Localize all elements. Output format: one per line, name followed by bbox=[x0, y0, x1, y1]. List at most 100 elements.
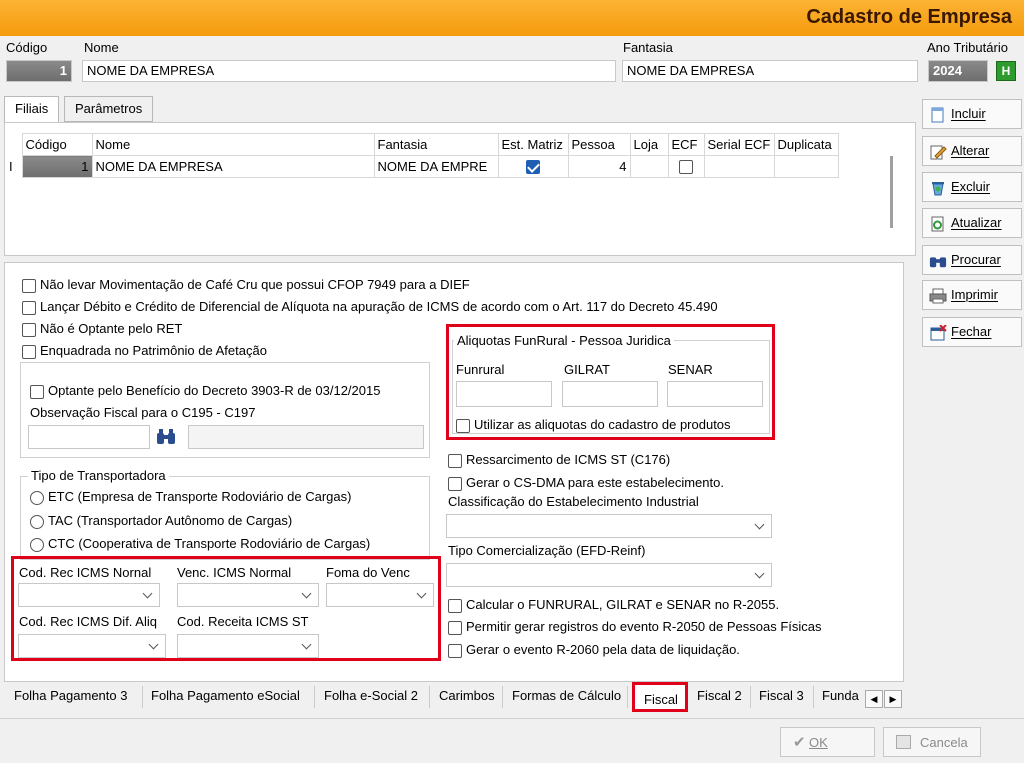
classificacao-select[interactable] bbox=[446, 514, 772, 538]
refresh-icon bbox=[931, 216, 944, 232]
est-matriz-checkbox[interactable] bbox=[526, 160, 540, 175]
ecf-checkbox[interactable] bbox=[679, 160, 693, 175]
ret-option[interactable]: Não é Optante pelo RET bbox=[22, 321, 182, 337]
table-row[interactable]: 1 NOME DA EMPRESA NOME DA EMPRE 4 bbox=[8, 155, 839, 178]
tab-fiscal[interactable]: Fiscal bbox=[632, 682, 688, 712]
venc-icms-normal-select[interactable] bbox=[177, 583, 319, 607]
alterar-button[interactable]: Alterar bbox=[922, 136, 1022, 166]
cancel-button[interactable]: Cancela bbox=[883, 727, 981, 757]
difal-option[interactable]: Lançar Débito e Crédito de Diferencial d… bbox=[22, 299, 718, 315]
rec-icms-normal-select[interactable] bbox=[18, 583, 160, 607]
decreto-checkbox[interactable] bbox=[30, 384, 44, 399]
permitir-r2050-checkbox[interactable] bbox=[448, 620, 462, 635]
tab-filiais[interactable]: Filiais bbox=[4, 96, 60, 123]
col-ecf[interactable]: ECF bbox=[667, 133, 705, 156]
radio-ctc[interactable]: CTC (Cooperativa de Transporte Rodoviári… bbox=[30, 536, 370, 552]
imprimir-button[interactable]: Imprimir bbox=[922, 280, 1022, 310]
tab-carimbos[interactable]: Carimbos bbox=[433, 686, 503, 708]
tab-fiscal-2[interactable]: Fiscal 2 bbox=[693, 686, 751, 708]
cell-duplicata[interactable] bbox=[773, 155, 839, 178]
afetacao-option[interactable]: Enquadrada no Patrimônio de Afetação bbox=[22, 343, 267, 359]
senar-input[interactable] bbox=[667, 381, 763, 407]
csdma-checkbox[interactable] bbox=[448, 476, 462, 491]
grid-scrollbar[interactable] bbox=[890, 156, 893, 228]
tipo-comercializacao-select[interactable] bbox=[446, 563, 772, 587]
col-fantasia[interactable]: Fantasia bbox=[373, 133, 499, 156]
tab-folha-pagamento-esocial[interactable]: Folha Pagamento eSocial bbox=[145, 686, 315, 708]
col-nome[interactable]: Nome bbox=[91, 133, 375, 156]
utilizar-aliquotas-option[interactable]: Utilizar as aliquotas do cadastro de pro… bbox=[456, 417, 731, 433]
gilrat-label: GILRAT bbox=[564, 362, 610, 377]
tab-funda[interactable]: Funda bbox=[818, 686, 862, 708]
csdma-option[interactable]: Gerar o CS-DMA para este estabelecimento… bbox=[448, 475, 724, 491]
atualizar-button[interactable]: Atualizar bbox=[922, 208, 1022, 238]
cell-est-matriz[interactable] bbox=[497, 155, 569, 178]
forma-venc-select[interactable] bbox=[326, 583, 434, 607]
cafe-option[interactable]: Não levar Movimentação de Café Cru que p… bbox=[22, 277, 470, 293]
permitir-r2050-option[interactable]: Permitir gerar registros do evento R-205… bbox=[448, 619, 822, 635]
binoculars-icon[interactable] bbox=[156, 429, 176, 445]
ok-button[interactable]: ✔ OK bbox=[780, 727, 875, 757]
codigo-label: Código bbox=[6, 40, 48, 55]
excluir-button[interactable]: Excluir bbox=[922, 172, 1022, 202]
obs-fiscal-description bbox=[188, 425, 424, 449]
utilizar-aliquotas-checkbox[interactable] bbox=[456, 418, 470, 433]
ano-tributario-field[interactable]: 2024 bbox=[928, 60, 988, 82]
binoculars-icon bbox=[929, 256, 947, 267]
gerar-r2060-checkbox[interactable] bbox=[448, 643, 462, 658]
col-loja[interactable]: Loja bbox=[629, 133, 669, 156]
fantasia-field[interactable]: NOME DA EMPRESA bbox=[622, 60, 918, 82]
ressarcimento-option[interactable]: Ressarcimento de ICMS ST (C176) bbox=[448, 452, 670, 468]
cell-codigo[interactable]: 1 bbox=[21, 155, 93, 178]
col-est-matriz[interactable]: Est. Matriz bbox=[497, 133, 569, 156]
tab-scroll-left-icon[interactable]: ◀ bbox=[865, 690, 883, 708]
tab-scroll-right-icon[interactable]: ▶ bbox=[884, 690, 902, 708]
tab-formas-de-calculo[interactable]: Formas de Cálculo bbox=[506, 686, 628, 708]
afetacao-checkbox[interactable] bbox=[22, 344, 36, 359]
tab-folha-esocial-2[interactable]: Folha e-Social 2 bbox=[318, 686, 430, 708]
incluir-button[interactable]: Incluir bbox=[922, 99, 1022, 129]
col-serial-ecf[interactable]: Serial ECF bbox=[703, 133, 775, 156]
col-pessoa[interactable]: Pessoa bbox=[567, 133, 631, 156]
procurar-button[interactable]: Procurar bbox=[922, 245, 1022, 275]
radio-etc-button[interactable] bbox=[30, 490, 44, 505]
decreto-option[interactable]: Optante pelo Benefício do Decreto 3903-R… bbox=[30, 383, 380, 399]
funrural-input[interactable] bbox=[456, 381, 552, 407]
history-button[interactable]: H bbox=[996, 61, 1016, 81]
cell-fantasia[interactable]: NOME DA EMPRE bbox=[373, 155, 499, 178]
window-title: Cadastro de Empresa bbox=[806, 6, 1012, 28]
radio-tac-button[interactable] bbox=[30, 514, 44, 529]
rec-icms-dif-select[interactable] bbox=[18, 634, 166, 658]
ret-checkbox[interactable] bbox=[22, 322, 36, 337]
ressarcimento-checkbox[interactable] bbox=[448, 453, 462, 468]
radio-etc[interactable]: ETC (Empresa de Transporte Rodoviário de… bbox=[30, 489, 351, 505]
radio-tac[interactable]: TAC (Transportador Autônomo de Cargas) bbox=[30, 513, 292, 529]
gerar-r2060-option[interactable]: Gerar o evento R-2060 pela data de liqui… bbox=[448, 642, 740, 658]
nome-field[interactable]: NOME DA EMPRESA bbox=[82, 60, 616, 82]
fantasia-label: Fantasia bbox=[623, 40, 673, 55]
cafe-checkbox[interactable] bbox=[22, 278, 36, 293]
receita-icms-st-select[interactable] bbox=[177, 634, 319, 658]
col-codigo[interactable]: Código bbox=[21, 133, 93, 156]
tab-fiscal-3[interactable]: Fiscal 3 bbox=[754, 686, 814, 708]
radio-ctc-button[interactable] bbox=[30, 537, 44, 552]
funrural-group-title: Aliquotas FunRural - Pessoa Juridica bbox=[454, 333, 674, 348]
calcular-funrural-option[interactable]: Calcular o FUNRURAL, GILRAT e SENAR no R… bbox=[448, 597, 779, 613]
cell-pessoa[interactable]: 4 bbox=[567, 155, 631, 178]
rec-icms-normal-label: Cod. Rec ICMS Nornal bbox=[19, 565, 152, 580]
cell-ecf[interactable] bbox=[667, 155, 705, 178]
calcular-funrural-checkbox[interactable] bbox=[448, 598, 462, 613]
table-header: Código Nome Fantasia Est. Matriz Pessoa … bbox=[8, 133, 839, 156]
cell-nome[interactable]: NOME DA EMPRESA bbox=[91, 155, 375, 178]
printer-icon bbox=[929, 288, 947, 304]
gilrat-input[interactable] bbox=[562, 381, 658, 407]
tab-parametros[interactable]: Parâmetros bbox=[64, 96, 154, 122]
difal-checkbox[interactable] bbox=[22, 300, 36, 315]
col-duplicata[interactable]: Duplicata bbox=[773, 133, 839, 156]
obs-fiscal-input[interactable] bbox=[28, 425, 150, 449]
tab-folha-pagamento-3[interactable]: Folha Pagamento 3 bbox=[8, 686, 143, 708]
fechar-button[interactable]: Fechar bbox=[922, 317, 1022, 347]
cell-loja[interactable] bbox=[629, 155, 669, 178]
codigo-field[interactable]: 1 bbox=[6, 60, 72, 82]
cell-serial-ecf[interactable] bbox=[703, 155, 775, 178]
